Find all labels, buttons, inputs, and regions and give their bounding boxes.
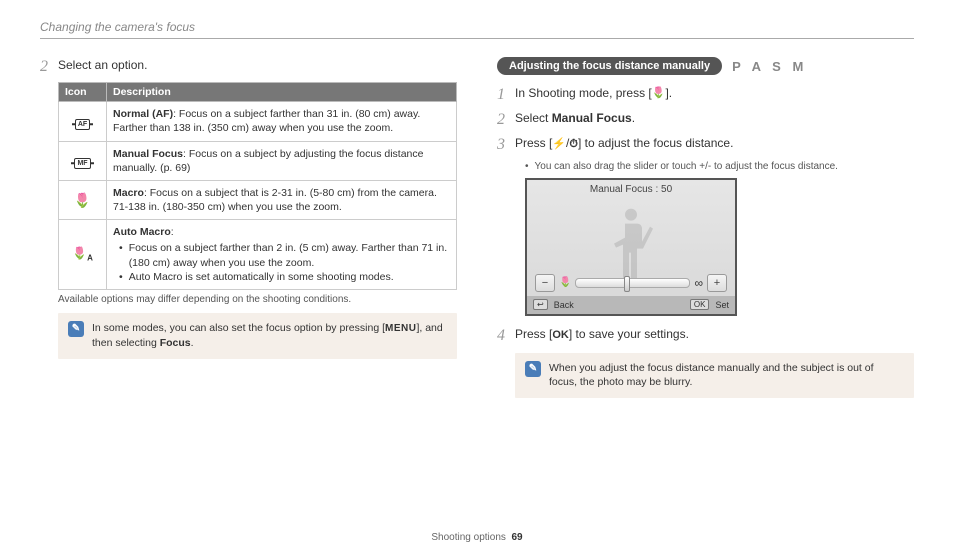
- focus-options-table: Icon Description AF Normal (AF): Focus o…: [58, 82, 457, 290]
- step-3-sub-note: You can also drag the slider or touch +/…: [525, 161, 914, 172]
- screen-footer: ↩ Back OK Set: [527, 296, 735, 314]
- right-step-2: 2 Select Manual Focus.: [497, 110, 914, 129]
- left-column: 2 Select an option. Icon Description AF …: [40, 57, 457, 406]
- normal-af-icon: AF: [59, 102, 107, 141]
- screen-title: Manual Focus : 50: [527, 180, 735, 195]
- increase-button[interactable]: +: [707, 274, 727, 292]
- table-row: MF Manual Focus: Focus on a subject by a…: [59, 141, 457, 180]
- table-row: AF Normal (AF): Focus on a subject farth…: [59, 102, 457, 141]
- note-icon: ✎: [525, 361, 541, 377]
- left-step-2: 2 Select an option.: [40, 57, 457, 76]
- th-description: Description: [107, 83, 457, 102]
- cell-description: Manual Focus: Focus on a subject by adju…: [107, 141, 457, 180]
- step-number: 3: [497, 135, 515, 154]
- back-key-icon: ↩: [533, 299, 548, 310]
- subject-silhouette-icon: [606, 209, 656, 279]
- step-number: 4: [497, 326, 515, 345]
- note-text: When you adjust the focus distance manua…: [549, 361, 904, 390]
- screen-body: − 🌷 ∞ +: [527, 195, 735, 296]
- menu-label-icon: MENU: [385, 323, 416, 334]
- blur-warning-box: ✎ When you adjust the focus distance man…: [515, 353, 914, 398]
- step-number: 2: [497, 110, 515, 129]
- step-text: Select an option.: [58, 57, 147, 74]
- mode-indicator: P A S M: [732, 59, 807, 74]
- cell-description: Normal (AF): Focus on a subject farther …: [107, 102, 457, 141]
- cell-description: Macro: Focus on a subject that is 2-31 i…: [107, 180, 457, 219]
- right-step-1: 1 In Shooting mode, press [🌷].: [497, 85, 914, 104]
- th-icon: Icon: [59, 83, 107, 102]
- ok-key-icon: OK: [690, 299, 710, 310]
- infinity-end-icon: ∞: [694, 276, 703, 290]
- menu-tip-box: ✎ In some modes, you can also set the fo…: [58, 313, 457, 359]
- note-icon: ✎: [68, 321, 84, 337]
- decrease-button[interactable]: −: [535, 274, 555, 292]
- page-header: Changing the camera's focus: [40, 20, 914, 39]
- step-text: Press [⚡/⏱] to adjust the focus distance…: [515, 135, 733, 152]
- set-label: Set: [715, 300, 729, 310]
- focus-slider-row: − 🌷 ∞ +: [535, 274, 727, 292]
- auto-macro-icon: 🌷A: [59, 220, 107, 290]
- note-text: In some modes, you can also set the focu…: [92, 321, 447, 351]
- step-text: In Shooting mode, press [🌷].: [515, 85, 672, 102]
- table-row: 🌷 Macro: Focus on a subject that is 2-31…: [59, 180, 457, 219]
- macro-icon: 🌷: [59, 180, 107, 219]
- section-pill: Adjusting the focus distance manually: [497, 57, 722, 75]
- macro-button-icon: 🌷: [652, 86, 666, 101]
- focus-slider-track[interactable]: [575, 278, 690, 288]
- right-step-3: 3 Press [⚡/⏱] to adjust the focus distan…: [497, 135, 914, 154]
- back-label: Back: [554, 300, 574, 310]
- options-vary-note: Available options may differ depending o…: [58, 294, 457, 305]
- step-text: Select Manual Focus.: [515, 110, 635, 127]
- timer-icon: ⏱: [569, 137, 578, 152]
- ok-button-icon: OK: [552, 329, 569, 341]
- manual-focus-icon: MF: [59, 141, 107, 180]
- table-row: 🌷A Auto Macro: •Focus on a subject farth…: [59, 220, 457, 290]
- page-footer: Shooting options 69: [0, 532, 954, 543]
- right-step-4: 4 Press [OK] to save your settings.: [497, 326, 914, 345]
- camera-screen-mock: Manual Focus : 50 − 🌷 ∞ + ↩ Back OK Set: [525, 178, 737, 316]
- slider-thumb[interactable]: [624, 276, 630, 292]
- flash-icon: ⚡: [552, 137, 566, 152]
- section-heading-row: Adjusting the focus distance manually P …: [497, 57, 914, 75]
- macro-end-icon: 🌷: [559, 277, 571, 288]
- step-number: 1: [497, 85, 515, 104]
- cell-description: Auto Macro: •Focus on a subject farther …: [107, 220, 457, 290]
- step-text: Press [OK] to save your settings.: [515, 326, 689, 343]
- step-number: 2: [40, 57, 58, 76]
- right-column: Adjusting the focus distance manually P …: [497, 57, 914, 406]
